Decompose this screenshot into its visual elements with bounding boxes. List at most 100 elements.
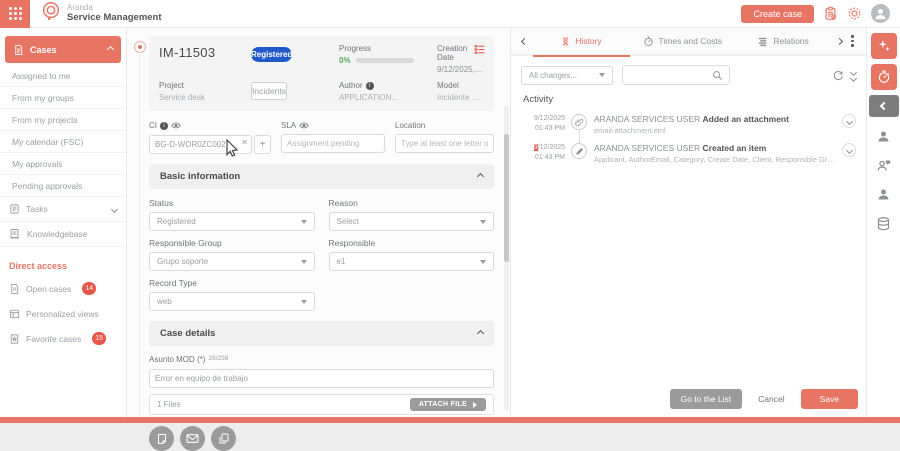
chevron-up-icon [477, 330, 484, 337]
entry-detail: email-attachment.eml [594, 126, 837, 135]
reason-field: Reason Select [329, 198, 495, 231]
cancel-button[interactable]: Cancel [758, 394, 784, 404]
sidebar-item-from-my-projects[interactable]: From my projects [0, 109, 126, 131]
model-value: Incidente de... [437, 93, 484, 102]
clear-icon[interactable]: ✕ [241, 138, 248, 147]
favorite-cases-icon [9, 333, 20, 345]
attach-file-button[interactable]: ATTACH FILE [410, 398, 486, 411]
content-scrollbar[interactable] [504, 106, 509, 411]
record-type-select[interactable]: web [149, 292, 315, 311]
status-label: Status [149, 198, 315, 208]
list-view-icon[interactable] [473, 43, 486, 61]
sidebar-item-pending-approvals[interactable]: Pending approvals [0, 175, 126, 197]
incidents-chip[interactable]: Incidents [251, 82, 287, 100]
responsible-user-button[interactable] [876, 187, 891, 202]
entry-detail: Applicant, AuthorEmail, Category, Create… [594, 155, 837, 164]
expand-all-icon[interactable] [851, 70, 856, 81]
refresh-icon[interactable] [832, 69, 844, 81]
history-search-box[interactable] [622, 65, 730, 85]
files-row: 1 Files ATTACH FILE [149, 394, 494, 415]
reason-label: Reason [329, 198, 495, 208]
subject-input[interactable] [149, 369, 494, 388]
basic-information-title: Basic information [160, 171, 240, 182]
send-email-button[interactable] [180, 426, 205, 451]
responsible-group-select[interactable]: Grupo soporte [149, 252, 315, 271]
collapse-panel-button[interactable] [869, 95, 899, 117]
sidebar-item-tasks[interactable]: Tasks [0, 197, 126, 222]
stopwatch-icon [643, 36, 654, 47]
clipboard-icon[interactable] [823, 6, 838, 21]
eye-icon [171, 122, 181, 129]
dropdown-arrow-icon [599, 73, 605, 77]
add-ci-button[interactable]: + [254, 135, 271, 154]
info-icon [160, 122, 168, 130]
tab-relations-label: Relations [773, 36, 808, 46]
case-header-card: IM-11503 Registered Progress 0% Creation… [149, 36, 494, 111]
search-icon [712, 70, 723, 81]
sidebar-item-from-my-groups[interactable]: From my groups [0, 87, 126, 109]
ci-field: CI ✕ + [149, 121, 271, 154]
sidebar-item-my-approvals[interactable]: My approvals [0, 153, 126, 175]
location-input[interactable] [395, 134, 494, 153]
sidebar-item-label: Pending approvals [12, 181, 82, 191]
sidebar-cases-header[interactable]: Cases [5, 36, 121, 63]
responsible-select[interactable]: e1 [329, 252, 495, 271]
contact-details-button[interactable] [876, 129, 891, 144]
status-badge: Registered [251, 47, 292, 62]
entry-action: Created an item [703, 143, 767, 153]
timer-button[interactable] [871, 64, 897, 90]
entry-expand-button[interactable] [842, 143, 856, 157]
chat-with-user-button[interactable] [876, 158, 892, 173]
author-value: APPLICATION... [339, 93, 437, 102]
changes-filter-select[interactable]: All changes... [521, 66, 613, 85]
copy-case-button[interactable] [211, 426, 236, 451]
timeline-marker-icon [134, 41, 146, 53]
sidebar-item-knowledgebase[interactable]: Knowledgebase [0, 222, 126, 247]
tab-times-and-costs[interactable]: Times and Costs [632, 27, 733, 55]
sidebar-item-assigned-to-me[interactable]: Assigned to me [0, 65, 126, 87]
tab-history[interactable]: History [531, 27, 632, 55]
apps-grid-button[interactable] [0, 0, 30, 28]
sidebar-item-my-calendar[interactable]: My calendar (FSC) [0, 131, 126, 153]
note-icon [156, 433, 168, 445]
ai-assistant-button[interactable] [871, 33, 897, 59]
go-to-list-button[interactable]: Go to the List [670, 389, 743, 409]
tabs-scroll-left-button[interactable] [518, 39, 531, 44]
envelope-icon [186, 433, 199, 444]
tabs-scroll-right-button[interactable] [833, 39, 846, 44]
panel-menu-button[interactable] [846, 35, 859, 47]
sidebar-item-favorite-cases[interactable]: Favorite cases 15 [0, 326, 126, 351]
stopwatch-icon [877, 70, 891, 84]
gear-icon[interactable] [847, 6, 862, 21]
history-search-input[interactable] [629, 71, 712, 80]
entry-date: /12/2025 [538, 144, 565, 151]
status-field: Status Registered [149, 198, 315, 231]
ci-database-button[interactable] [876, 216, 891, 232]
responsible-group-value: Grupo soporte [157, 257, 208, 266]
activity-entry: 9/12/2025 01:43 PM ARANDA SERVICES USER … [511, 141, 866, 170]
case-details-title: Case details [160, 328, 215, 339]
basic-information-section-header[interactable]: Basic information [149, 164, 494, 189]
case-details-section-header[interactable]: Case details [149, 321, 494, 346]
entry-action: Added an attachment [703, 114, 789, 124]
sidebar-item-personalized-views[interactable]: Personalized views [0, 301, 126, 326]
entry-expand-button[interactable] [842, 114, 856, 128]
open-cases-badge: 14 [82, 282, 96, 295]
sla-field: SLA [281, 121, 385, 154]
reason-select[interactable]: Select [329, 212, 495, 231]
project-label: Project [159, 81, 251, 90]
user-avatar[interactable] [871, 4, 890, 23]
status-select[interactable]: Registered [149, 212, 315, 231]
create-case-button[interactable]: Create case [741, 5, 814, 23]
add-note-button[interactable] [149, 426, 174, 451]
dropdown-arrow-icon [301, 300, 307, 304]
tab-relations[interactable]: Relations [733, 27, 834, 55]
responsible-value: e1 [337, 257, 346, 266]
entry-date: 9/12/2025 [521, 114, 565, 124]
ci-input[interactable] [149, 135, 252, 154]
sla-input[interactable] [281, 134, 385, 153]
sidebar-item-open-cases[interactable]: Open cases 14 [0, 276, 126, 301]
save-button[interactable]: Save [801, 389, 858, 409]
entry-time: 01:43 PM [521, 153, 565, 163]
scrollbar-thumb[interactable] [504, 134, 509, 262]
